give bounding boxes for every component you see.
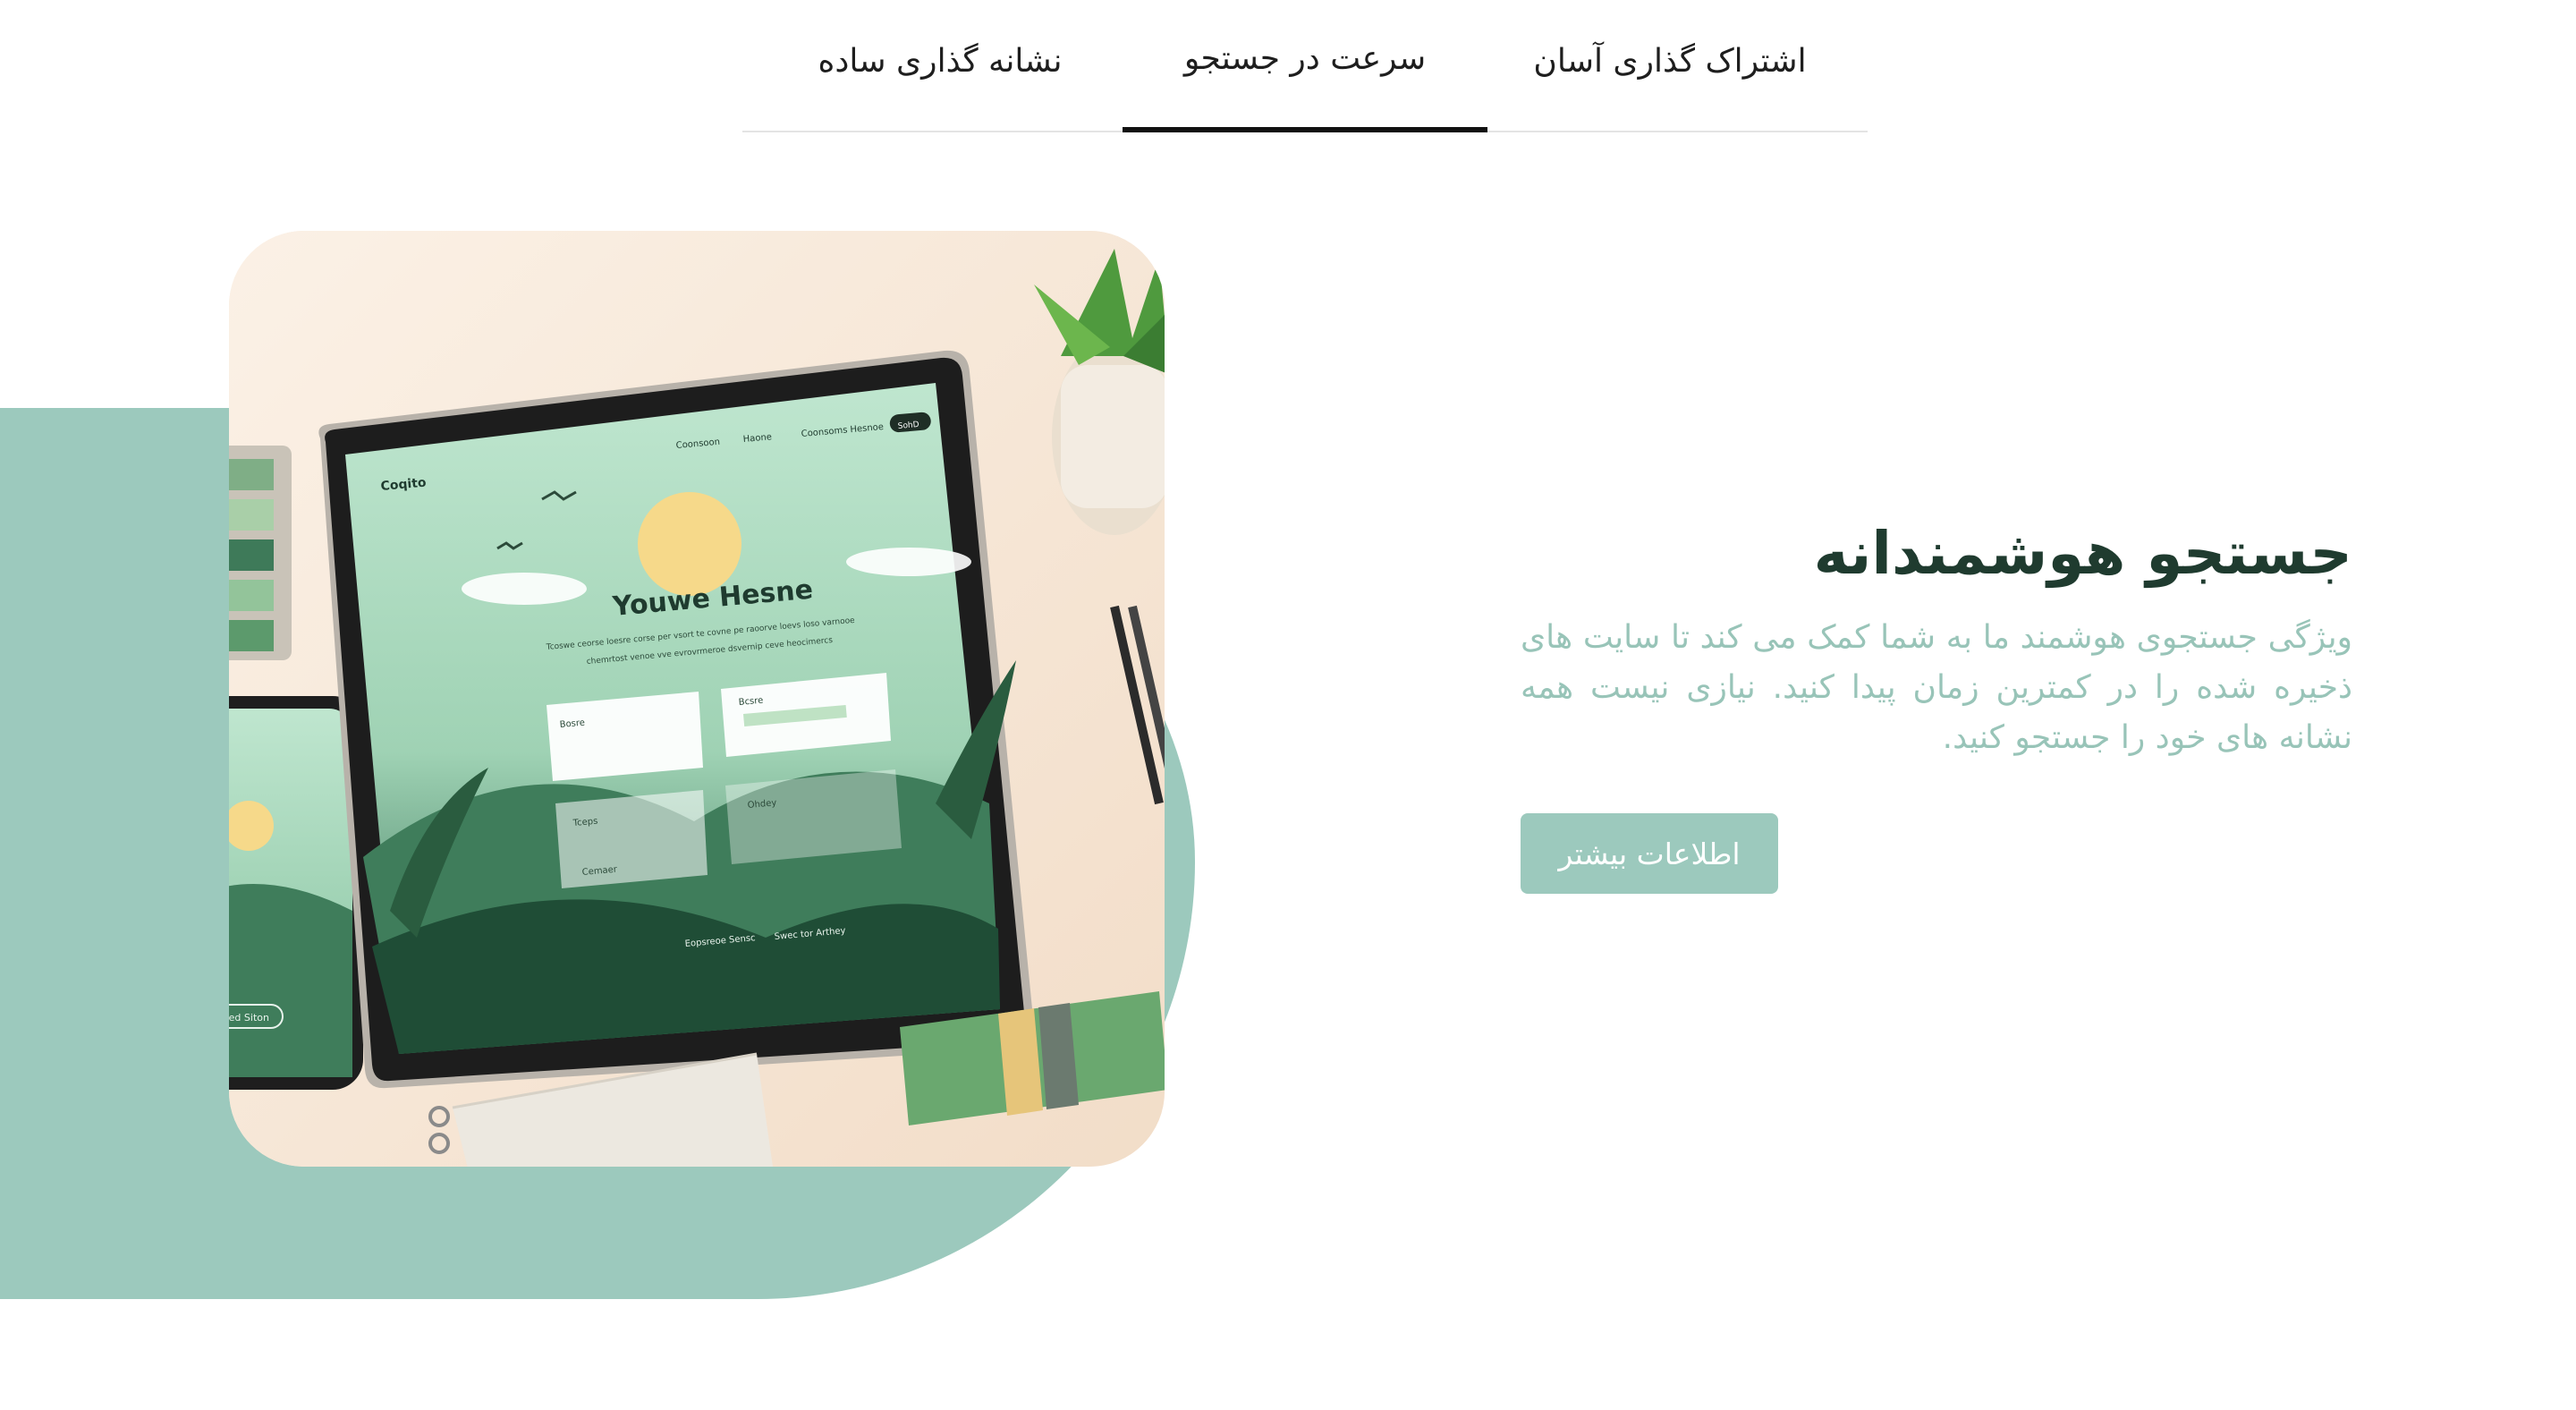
tab-search-speed[interactable]: سرعت در جستجو <box>1123 0 1487 132</box>
hero-title: جستجو هوشمندانه <box>1813 519 2352 588</box>
tab-simple-bookmarking[interactable]: نشانه گذاری ساده <box>758 0 1123 132</box>
tablet-mockup-illustration: Rbed Siton <box>229 231 1165 1167</box>
color-swatches <box>229 446 292 660</box>
cta-wrapper: اطلاعات بیشتر <box>1521 813 2352 894</box>
more-info-button[interactable]: اطلاعات بیشتر <box>1521 813 1778 894</box>
feature-tabs: اشتراک گذاری آسان سرعت در جستجو نشانه گذ… <box>742 0 1868 132</box>
phone-button-text: Rbed Siton <box>229 1012 269 1024</box>
tablet-nav-button: SohD <box>897 420 919 431</box>
hero-image: Rbed Siton <box>229 231 1165 1167</box>
tab-easy-sharing[interactable]: اشتراک گذاری آسان <box>1487 0 1852 132</box>
hero-description: ویژگی جستجوی هوشمند ما به شما کمک می کند… <box>1521 619 2352 756</box>
tablet: Coqito Coonsoon Haone Coonsoms Hesnoe So… <box>318 350 1035 1089</box>
hero-content: جستجو هوشمندانه ویژگی جستجوی هوشمند ما ب… <box>1521 519 2352 894</box>
